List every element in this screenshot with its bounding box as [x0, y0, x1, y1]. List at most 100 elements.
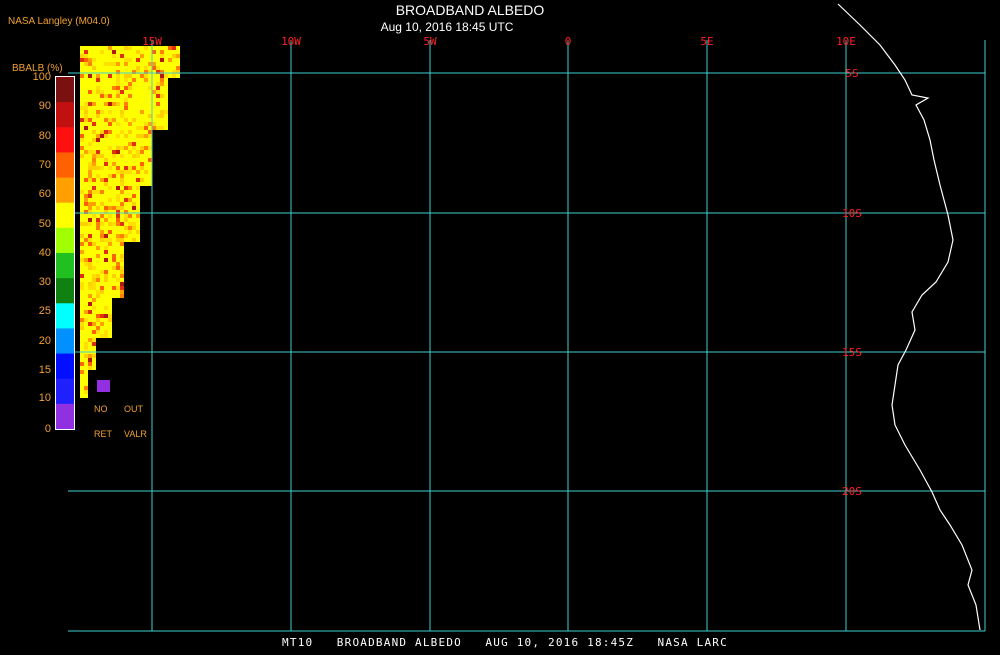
- albedo-pixel: [88, 134, 92, 138]
- albedo-pixel: [140, 142, 144, 146]
- albedo-pixel: [88, 342, 92, 346]
- albedo-pixel: [112, 238, 116, 242]
- albedo-pixel: [96, 46, 100, 50]
- albedo-pixel: [108, 114, 112, 118]
- albedo-pixel: [100, 58, 104, 62]
- albedo-pixel: [136, 110, 140, 114]
- albedo-pixel: [112, 262, 116, 266]
- albedo-pixel: [120, 198, 124, 202]
- albedo-pixel: [124, 142, 128, 146]
- albedo-pixel: [176, 50, 180, 54]
- albedo-pixel: [112, 242, 116, 246]
- albedo-pixel: [100, 150, 104, 154]
- albedo-pixel: [128, 178, 132, 182]
- albedo-pixel: [112, 286, 116, 290]
- albedo-pixel: [88, 66, 92, 70]
- albedo-pixel: [108, 222, 112, 226]
- albedo-pixel: [144, 50, 148, 54]
- albedo-pixel: [96, 134, 100, 138]
- albedo-pixel: [108, 110, 112, 114]
- albedo-pixel: [160, 106, 164, 110]
- albedo-pixel: [96, 314, 100, 318]
- albedo-pixel: [92, 270, 96, 274]
- albedo-pixel: [144, 90, 148, 94]
- albedo-pixel: [120, 226, 124, 230]
- albedo-pixel: [124, 234, 128, 238]
- albedo-pixel: [164, 82, 168, 86]
- legend-tick-label: 90: [38, 100, 51, 113]
- albedo-pixel: [80, 50, 84, 54]
- albedo-pixel: [92, 326, 96, 330]
- albedo-pixel: [80, 146, 84, 150]
- albedo-pixel: [148, 86, 152, 90]
- albedo-pixel: [88, 298, 92, 302]
- albedo-pixel: [104, 234, 108, 238]
- albedo-pixel: [172, 50, 176, 54]
- albedo-pixel: [84, 110, 88, 114]
- albedo-pixel: [88, 274, 92, 278]
- albedo-pixel: [148, 54, 152, 58]
- albedo-pixel: [88, 246, 92, 250]
- albedo-pixel: [140, 150, 144, 154]
- albedo-pixel: [80, 174, 84, 178]
- albedo-pixel: [108, 278, 112, 282]
- albedo-pixel: [96, 78, 100, 82]
- albedo-pixel: [132, 138, 136, 142]
- albedo-pixel: [148, 150, 152, 154]
- albedo-pixel: [136, 218, 140, 222]
- albedo-pixel: [92, 174, 96, 178]
- albedo-pixel: [104, 166, 108, 170]
- albedo-pixel: [108, 158, 112, 162]
- albedo-pixel: [100, 50, 104, 54]
- albedo-pixel: [96, 310, 100, 314]
- albedo-pixel: [88, 174, 92, 178]
- albedo-pixel: [92, 90, 96, 94]
- albedo-pixel: [100, 334, 104, 338]
- albedo-pixel: [88, 162, 92, 166]
- albedo-pixel: [116, 254, 120, 258]
- albedo-pixel: [152, 86, 156, 90]
- albedo-pixel: [136, 122, 140, 126]
- albedo-pixel: [100, 214, 104, 218]
- albedo-pixel: [116, 182, 120, 186]
- albedo-pixel: [80, 134, 84, 138]
- albedo-pixel: [136, 150, 140, 154]
- albedo-pixel: [160, 78, 164, 82]
- albedo-pixel: [100, 330, 104, 334]
- albedo-pixel: [120, 250, 124, 254]
- albedo-pixel: [80, 382, 84, 386]
- albedo-pixel: [160, 122, 164, 126]
- albedo-pixel: [136, 54, 140, 58]
- albedo-pixel: [104, 270, 108, 274]
- albedo-pixel: [88, 166, 92, 170]
- albedo-pixel: [96, 318, 100, 322]
- albedo-pixel: [100, 66, 104, 70]
- albedo-pixel: [160, 110, 164, 114]
- albedo-pixel: [108, 66, 112, 70]
- albedo-pixel: [104, 138, 108, 142]
- albedo-pixel: [104, 302, 108, 306]
- albedo-pixel: [92, 114, 96, 118]
- albedo-pixel: [124, 170, 128, 174]
- albedo-pixel: [108, 166, 112, 170]
- albedo-pixel: [100, 126, 104, 130]
- albedo-pixel: [132, 130, 136, 134]
- albedo-pixel: [144, 94, 148, 98]
- albedo-pixel: [136, 170, 140, 174]
- albedo-pixel: [92, 166, 96, 170]
- albedo-pixel: [104, 142, 108, 146]
- albedo-pixel: [136, 130, 140, 134]
- albedo-pixel: [112, 290, 116, 294]
- albedo-pixel: [152, 98, 156, 102]
- albedo-pixel: [80, 258, 84, 262]
- albedo-pixel: [104, 182, 108, 186]
- albedo-pixel: [108, 290, 112, 294]
- albedo-pixel: [88, 194, 92, 198]
- albedo-pixel: [168, 50, 172, 54]
- albedo-pixel: [88, 90, 92, 94]
- albedo-pixel: [100, 62, 104, 66]
- albedo-pixel: [88, 230, 92, 234]
- albedo-pixel: [112, 214, 116, 218]
- albedo-pixel: [92, 366, 96, 370]
- albedo-pixel: [100, 134, 104, 138]
